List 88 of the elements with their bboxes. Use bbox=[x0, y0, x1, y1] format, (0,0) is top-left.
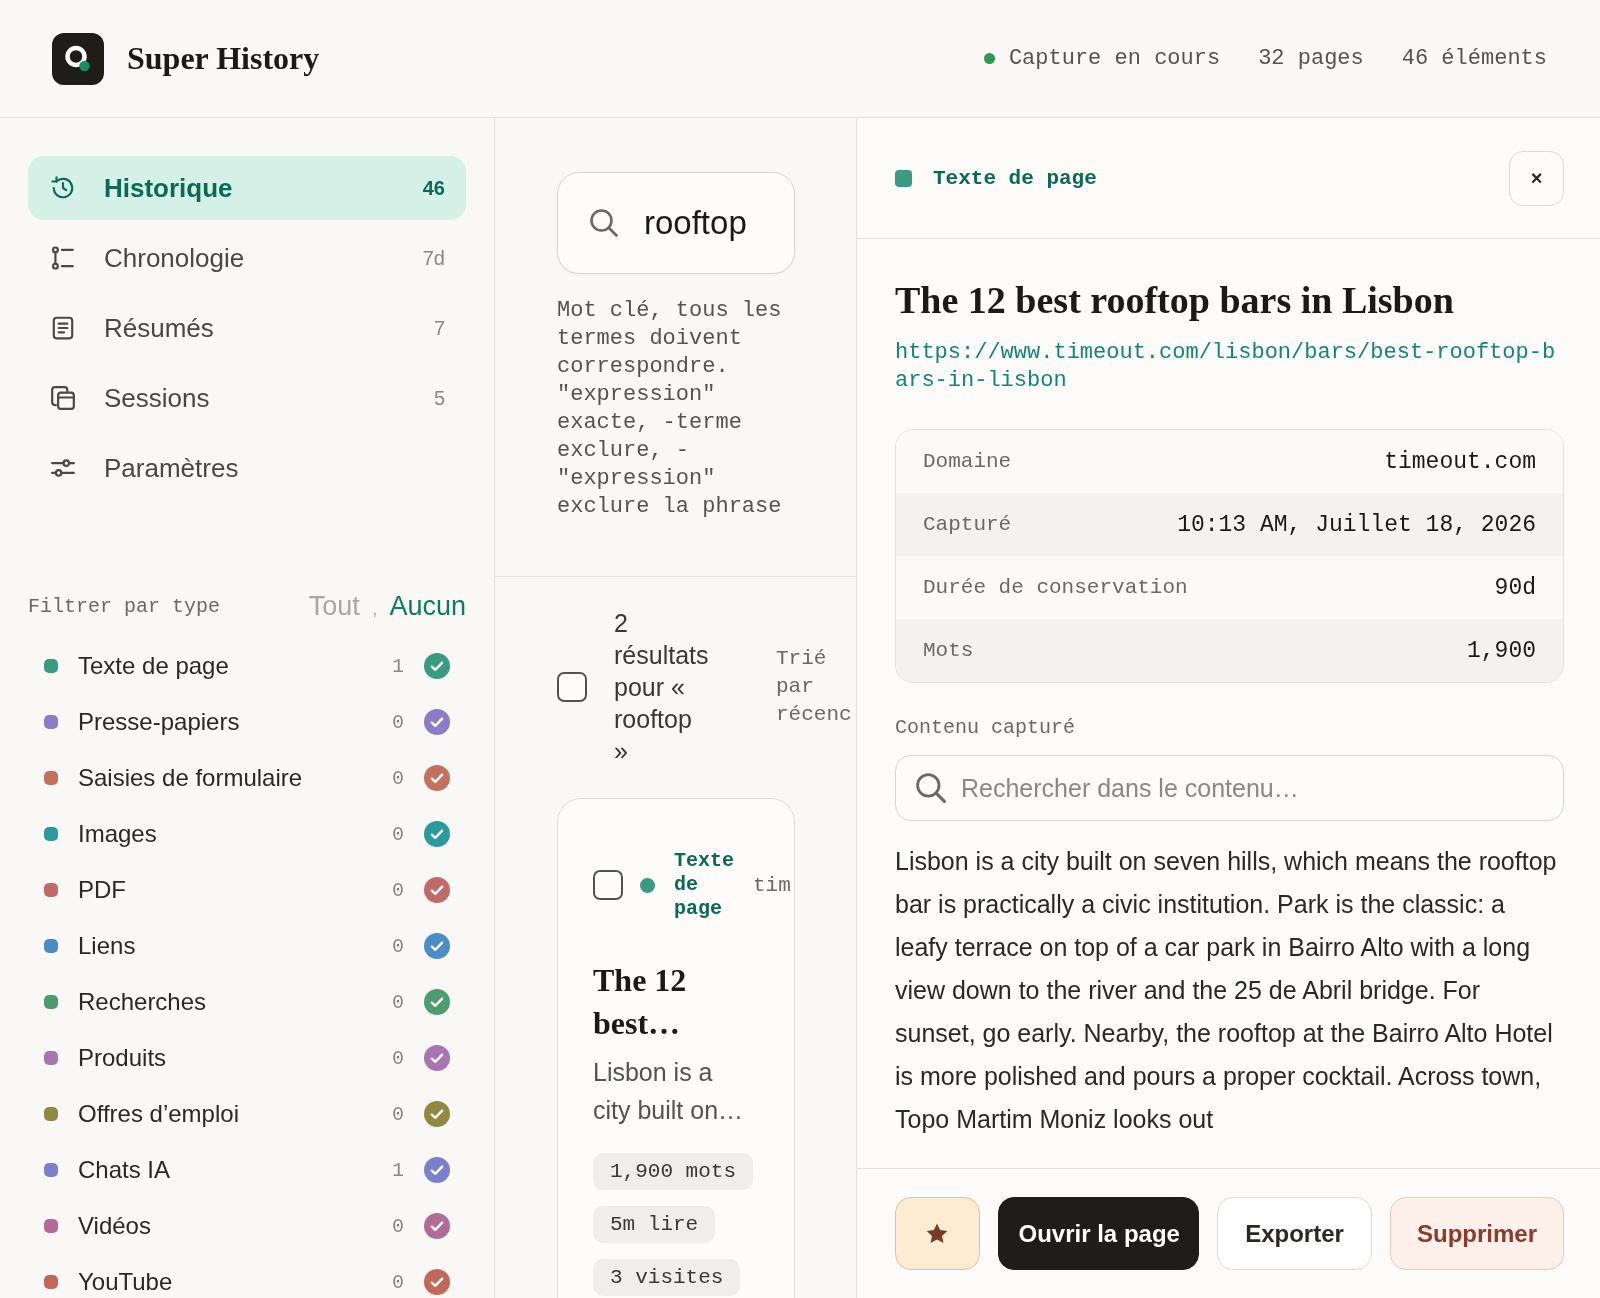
stat-tag: 5m lire bbox=[593, 1206, 716, 1243]
type-checkbox[interactable] bbox=[424, 1269, 450, 1295]
nav-item[interactable]: Chronologie 7d bbox=[28, 226, 466, 290]
type-checkbox[interactable] bbox=[424, 1045, 450, 1071]
type-checkbox[interactable] bbox=[424, 821, 450, 847]
sort-label: Trié par récenc bbox=[776, 646, 852, 728]
detail-type-label: Texte de page bbox=[933, 166, 1097, 190]
link-separator: , bbox=[371, 596, 378, 620]
capture-status: Capture en cours bbox=[1008, 46, 1221, 71]
card-title: The 12 best… bbox=[593, 961, 688, 1043]
search-field[interactable]: rooftop bbox=[557, 172, 795, 274]
search-icon bbox=[590, 209, 618, 237]
type-label: Vidéos bbox=[78, 1212, 152, 1240]
type-count: 0 bbox=[392, 710, 404, 734]
content-label: Contenu capturé bbox=[895, 715, 1077, 741]
type-count: 0 bbox=[392, 1270, 404, 1294]
filter-title: Filtrer par type bbox=[28, 594, 221, 618]
page-count: 32 pages bbox=[1258, 46, 1364, 71]
type-count: 1 bbox=[392, 1158, 404, 1182]
search-icon bbox=[916, 773, 946, 803]
nav-item[interactable]: Sessions 5 bbox=[28, 366, 466, 430]
select-none-link[interactable]: Aucun bbox=[389, 590, 466, 622]
card-meta-text: tim bbox=[753, 873, 791, 897]
type-checkbox[interactable] bbox=[424, 653, 450, 679]
type-label: Recherches bbox=[78, 988, 208, 1016]
metadata-label: Domaine bbox=[923, 450, 1012, 473]
type-label: Texte de page bbox=[78, 652, 230, 680]
select-all-checkbox[interactable] bbox=[557, 672, 587, 702]
type-count: 0 bbox=[392, 1046, 404, 1070]
type-count: 0 bbox=[392, 822, 404, 846]
nav-item[interactable]: Résumés 7 bbox=[28, 296, 466, 360]
close-button[interactable]: × bbox=[1509, 150, 1564, 206]
stat-tag: 3 visites bbox=[593, 1259, 741, 1296]
metadata-value: 10:13 AM, Juillet 18, 2026 bbox=[1177, 511, 1536, 538]
content-text: Lisbon is a city built on seven hills, which means the rooftop bar is practically a civic institution. Park is the classic: a leafy terrace on top of a car park in Bairro Alto with a long view down to the river and the 25 de Abril bridge. For sunset, go early. Nearby, the rooftop at the Bairro Alto Hotel is more polished and pours a proper cocktail. Across town, Topo Martim Moniz looks out bbox=[895, 846, 1558, 1135]
windows-icon bbox=[50, 385, 76, 411]
type-count: 0 bbox=[392, 878, 404, 902]
type-label: YouTube bbox=[78, 1268, 174, 1296]
open-page-button[interactable]: Ouvrir la page bbox=[997, 1197, 1199, 1270]
metadata-value: 1,900 bbox=[1467, 637, 1536, 664]
metadata-label: Capturé bbox=[923, 513, 1012, 536]
app-logo-icon bbox=[52, 32, 104, 85]
type-count: 0 bbox=[392, 1214, 404, 1238]
type-label: Saisies de formulaire bbox=[78, 764, 304, 792]
stat-tag: 1,900 mots bbox=[593, 1153, 754, 1190]
card-snippet: Lisbon is a city built on… bbox=[593, 1057, 745, 1126]
type-checkbox[interactable] bbox=[424, 877, 450, 903]
type-checkbox[interactable] bbox=[424, 1157, 450, 1183]
type-count: 0 bbox=[392, 934, 404, 958]
card-checkbox[interactable] bbox=[593, 870, 623, 900]
metadata-value: timeout.com bbox=[1384, 448, 1536, 475]
type-checkbox[interactable] bbox=[424, 765, 450, 791]
export-button[interactable]: Exporter bbox=[1217, 1197, 1372, 1270]
type-label: PDF bbox=[78, 876, 127, 904]
delete-button[interactable]: Supprimer bbox=[1390, 1197, 1564, 1270]
type-checkbox[interactable] bbox=[424, 989, 450, 1015]
type-checkbox[interactable] bbox=[424, 1213, 450, 1239]
app-title: Super History bbox=[127, 40, 320, 77]
type-label: Offres d’emploi bbox=[78, 1100, 240, 1128]
nav-item[interactable]: Historique 46 bbox=[28, 156, 466, 220]
results-summary: 2 résultats pour « rooftop » bbox=[614, 608, 710, 767]
metadata-label: Durée de conservation bbox=[923, 576, 1188, 599]
star-button[interactable] bbox=[895, 1197, 980, 1270]
type-checkbox[interactable] bbox=[424, 933, 450, 959]
metadata-value: 90d bbox=[1494, 574, 1536, 601]
type-count: 0 bbox=[392, 990, 404, 1014]
type-count: 1 bbox=[392, 654, 404, 678]
type-label: Presse-papiers bbox=[78, 708, 241, 736]
result-card[interactable]: Texte de page tim The 12 best… Lisbon is a city built on… 1,900 mots 5m lire 3 visites bbox=[557, 798, 795, 1298]
type-label: Liens bbox=[78, 932, 137, 960]
content-search-field[interactable]: Rechercher dans le contenu… bbox=[895, 755, 1564, 821]
timeline-icon bbox=[50, 245, 76, 271]
page-url-link[interactable]: https://www.timeout.com/lisbon/bars/best-rooftop-bars-in-lisbon bbox=[895, 339, 1564, 395]
document-icon bbox=[50, 315, 76, 341]
type-checkbox[interactable] bbox=[424, 709, 450, 735]
type-label: Produits bbox=[78, 1044, 168, 1072]
type-checkbox[interactable] bbox=[424, 1101, 450, 1127]
type-label: Chats IA bbox=[78, 1156, 172, 1184]
page-title: The 12 best rooftop bars in Lisbon bbox=[895, 278, 1455, 323]
search-help-text: Mot clé, tous les termes doivent correspondre. "expression" exacte, -terme exclure, -"expression" exclure la phrase bbox=[557, 297, 783, 521]
history-icon bbox=[50, 175, 76, 201]
item-count: 46 éléments bbox=[1401, 46, 1547, 71]
type-count: 0 bbox=[392, 1102, 404, 1126]
nav-item[interactable]: Paramètres bbox=[28, 436, 466, 500]
card-type-label: Texte de page bbox=[674, 849, 735, 921]
type-label: Images bbox=[78, 820, 158, 848]
type-count: 0 bbox=[392, 766, 404, 790]
metadata-label: Mots bbox=[923, 639, 974, 662]
